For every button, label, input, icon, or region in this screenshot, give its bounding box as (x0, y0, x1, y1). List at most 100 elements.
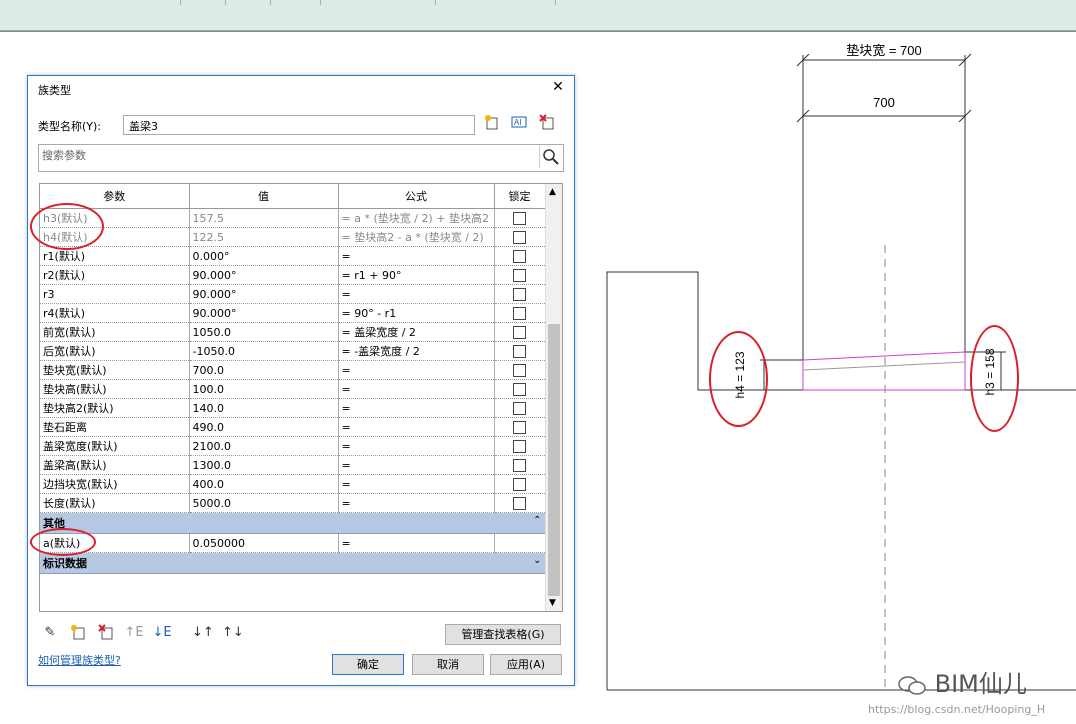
table-row[interactable]: a(默认) 0.050000 = (40, 533, 546, 553)
ok-button[interactable]: 确定 (332, 654, 404, 675)
param-formula-cell[interactable]: = (338, 379, 495, 399)
annotation-ring-h4 (709, 331, 768, 427)
param-formula-cell[interactable]: = (338, 474, 495, 494)
param-value-cell[interactable]: 90.000° (189, 265, 339, 285)
scroll-down-icon[interactable]: ▼ (549, 598, 556, 608)
table-row[interactable]: 盖梁宽度(默认) 2100.0 = (40, 436, 546, 456)
lock-checkbox[interactable] (513, 382, 526, 396)
new-type-icon[interactable] (483, 114, 501, 132)
param-value-cell[interactable]: 2100.0 (189, 436, 339, 456)
sort-ascending-icon[interactable]: ↓↑ (192, 624, 214, 642)
table-row[interactable]: 垫块高(默认) 100.0 = (40, 379, 546, 399)
param-value-cell[interactable]: 0.050000 (189, 533, 339, 553)
delete-parameter-icon[interactable] (96, 624, 116, 642)
chevron-down-icon[interactable]: ⌄ (129, 117, 471, 128)
lock-checkbox[interactable] (513, 458, 526, 472)
param-value-cell[interactable]: 700.0 (189, 360, 339, 380)
param-formula-cell[interactable]: = 垫块高2 - a * (垫块宽 / 2) (338, 227, 495, 247)
search-parameters-input[interactable]: 搜索参数 (38, 144, 564, 172)
param-formula-cell[interactable]: = 90° - r1 (338, 303, 495, 323)
param-formula-cell[interactable]: = 盖梁宽度 / 2 (338, 322, 495, 342)
table-row[interactable]: r1(默认) 0.000° = (40, 246, 546, 266)
param-formula-cell[interactable]: = -盖梁宽度 / 2 (338, 341, 495, 361)
param-value-cell[interactable]: 0.000° (189, 246, 339, 266)
lock-checkbox[interactable] (513, 420, 526, 434)
type-name-select[interactable]: 盖梁3 ⌄ (123, 115, 475, 135)
param-formula-cell[interactable]: = (338, 493, 495, 513)
scroll-up-icon[interactable]: ▲ (549, 187, 556, 197)
table-row[interactable]: r4(默认) 90.000° = 90° - r1 (40, 303, 546, 323)
param-formula-cell[interactable]: = (338, 436, 495, 456)
cancel-button[interactable]: 取消 (412, 654, 484, 675)
table-row[interactable]: 盖梁高(默认) 1300.0 = (40, 455, 546, 475)
table-row[interactable]: r3 90.000° = (40, 284, 546, 304)
expand-icon[interactable]: ⌄ (533, 555, 541, 566)
param-value-cell[interactable]: 100.0 (189, 379, 339, 399)
lock-checkbox[interactable] (513, 306, 526, 320)
param-value-cell[interactable]: 90.000° (189, 284, 339, 304)
lock-checkbox[interactable] (513, 496, 526, 510)
param-formula-cell[interactable]: = (338, 284, 495, 304)
delete-type-icon[interactable] (538, 114, 556, 132)
param-value-cell[interactable]: 490.0 (189, 417, 339, 437)
table-row[interactable]: 垫块宽(默认) 700.0 = (40, 360, 546, 380)
lock-checkbox[interactable] (513, 477, 526, 491)
group-header-other[interactable]: 其他 ⌃ (40, 512, 546, 534)
table-row[interactable]: 前宽(默认) 1050.0 = 盖梁宽度 / 2 (40, 322, 546, 342)
param-formula-cell[interactable]: = (338, 246, 495, 266)
watermark-url: https://blog.csdn.net/Hooping_H (868, 703, 1046, 716)
collapse-icon[interactable]: ⌃ (533, 515, 541, 526)
lock-checkbox[interactable] (513, 401, 526, 415)
lock-checkbox[interactable] (513, 211, 526, 225)
table-row[interactable]: 垫石距离 490.0 = (40, 417, 546, 437)
table-row[interactable]: 垫块高2(默认) 140.0 = (40, 398, 546, 418)
edit-parameter-icon[interactable]: ✎ (40, 624, 60, 642)
param-value-cell[interactable]: -1050.0 (189, 341, 339, 361)
search-icon[interactable] (539, 146, 562, 168)
column-header-lock[interactable]: 锁定 (494, 184, 546, 209)
param-value-cell[interactable]: 5000.0 (189, 493, 339, 513)
rename-type-icon[interactable]: AI (510, 114, 528, 132)
param-formula-cell[interactable]: = (338, 417, 495, 437)
param-value-cell[interactable]: 400.0 (189, 474, 339, 494)
table-row[interactable]: 长度(默认) 5000.0 = (40, 493, 546, 513)
param-value-cell[interactable]: 1050.0 (189, 322, 339, 342)
param-formula-cell[interactable]: = (338, 398, 495, 418)
sort-descending-icon[interactable]: ↑↓ (222, 624, 244, 642)
column-header-value[interactable]: 值 (189, 184, 339, 209)
move-up-icon[interactable]: ↑E (124, 624, 144, 642)
group-header-identity[interactable]: 标识数据 ⌄ (40, 552, 546, 574)
lock-checkbox[interactable] (513, 439, 526, 453)
vertical-scrollbar[interactable]: ▲ ▼ (545, 184, 562, 611)
lock-checkbox[interactable] (513, 230, 526, 244)
table-row[interactable]: r2(默认) 90.000° = r1 + 90° (40, 265, 546, 285)
param-formula-cell[interactable]: = (338, 533, 495, 553)
column-header-formula[interactable]: 公式 (338, 184, 495, 209)
param-value-cell[interactable]: 140.0 (189, 398, 339, 418)
move-down-icon[interactable]: ↓E (152, 624, 172, 642)
param-formula-cell[interactable]: = r1 + 90° (338, 265, 495, 285)
param-value-cell[interactable]: 1300.0 (189, 455, 339, 475)
param-value-cell[interactable]: 122.5 (189, 227, 339, 247)
param-value-cell[interactable]: 157.5 (189, 208, 339, 228)
lock-checkbox[interactable] (513, 363, 526, 377)
help-link[interactable]: 如何管理族类型? (38, 652, 121, 668)
new-parameter-icon[interactable] (68, 624, 88, 642)
table-row[interactable]: h3(默认) 157.5 = a * (垫块宽 / 2) + 垫块高2 (40, 208, 546, 228)
apply-button[interactable]: 应用(A) (490, 654, 562, 675)
param-value-cell[interactable]: 90.000° (189, 303, 339, 323)
lock-checkbox[interactable] (513, 325, 526, 339)
table-row[interactable]: h4(默认) 122.5 = 垫块高2 - a * (垫块宽 / 2) (40, 227, 546, 247)
param-formula-cell[interactable]: = a * (垫块宽 / 2) + 垫块高2 (338, 208, 495, 228)
table-row[interactable]: 边挡块宽(默认) 400.0 = (40, 474, 546, 494)
param-formula-cell[interactable]: = (338, 360, 495, 380)
lock-checkbox[interactable] (513, 287, 526, 301)
close-icon[interactable]: ✕ (550, 78, 566, 96)
table-row[interactable]: 后宽(默认) -1050.0 = -盖梁宽度 / 2 (40, 341, 546, 361)
param-formula-cell[interactable]: = (338, 455, 495, 475)
lock-checkbox[interactable] (513, 344, 526, 358)
manage-lookup-tables-button[interactable]: 管理查找表格(G) (445, 624, 561, 645)
lock-checkbox[interactable] (513, 268, 526, 282)
lock-checkbox[interactable] (513, 249, 526, 263)
scroll-thumb[interactable] (548, 324, 560, 596)
